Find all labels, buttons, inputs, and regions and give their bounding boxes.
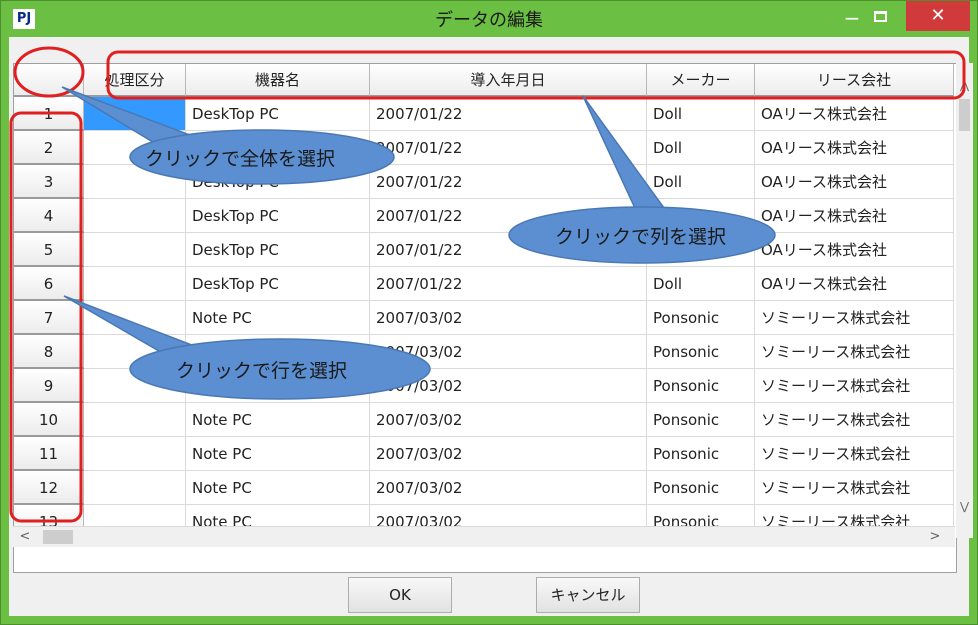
row-header[interactable]: 1 xyxy=(14,97,84,131)
table-cell[interactable]: 2007/03/02 xyxy=(370,403,647,437)
row-header[interactable]: 3 xyxy=(14,165,84,199)
table-cell[interactable]: DeskTop PC xyxy=(186,97,370,131)
table-cell[interactable]: ソミーリース株式会社 xyxy=(755,369,954,403)
table-cell[interactable] xyxy=(84,471,186,505)
window-title: データの編集 xyxy=(435,10,543,31)
table-cell[interactable]: ソミーリース株式会社 xyxy=(755,335,954,369)
table-cell[interactable] xyxy=(84,97,186,131)
scroll-left-icon[interactable]: < xyxy=(17,527,33,547)
table-cell[interactable]: Note PC xyxy=(186,301,370,335)
table-cell[interactable]: DeskTop PC xyxy=(186,233,370,267)
table-cell[interactable]: OAリース株式会社 xyxy=(755,97,954,131)
horizontal-scrollbar[interactable]: < > xyxy=(13,526,955,547)
table-cell[interactable]: Doll xyxy=(647,267,755,301)
maximize-button[interactable] xyxy=(867,7,893,29)
row-header[interactable]: 2 xyxy=(14,131,84,165)
row-header[interactable]: 5 xyxy=(14,233,84,267)
table-cell[interactable] xyxy=(84,437,186,471)
row-header[interactable]: 8 xyxy=(14,335,84,369)
callout-text-select-all: クリックで全体を選択 xyxy=(145,148,336,170)
table-cell[interactable]: DeskTop PC xyxy=(186,199,370,233)
table-cell[interactable] xyxy=(84,369,186,403)
table-cell[interactable]: 2007/03/02 xyxy=(370,471,647,505)
ok-button[interactable]: OK xyxy=(348,577,452,613)
table-cell[interactable] xyxy=(84,335,186,369)
cancel-button[interactable]: キャンセル xyxy=(536,577,640,613)
table-cell[interactable]: ソミーリース株式会社 xyxy=(755,471,954,505)
callout-text-select-row: クリックで行を選択 xyxy=(176,360,348,382)
vertical-scroll-thumb[interactable] xyxy=(959,99,970,131)
table-cell[interactable]: Note PC xyxy=(186,471,370,505)
table-cell[interactable] xyxy=(84,267,186,301)
horizontal-scroll-thumb[interactable] xyxy=(43,530,73,544)
vertical-scrollbar[interactable]: ⋀ ⋁ xyxy=(956,63,973,538)
table-cell[interactable]: DeskTop PC xyxy=(186,267,370,301)
table-cell[interactable]: OAリース株式会社 xyxy=(755,199,954,233)
table-cell[interactable]: 2007/01/22 xyxy=(370,267,647,301)
table-cell[interactable]: 2007/03/02 xyxy=(370,335,647,369)
row-header[interactable]: 9 xyxy=(14,369,84,403)
column-header[interactable]: リース会社 xyxy=(755,64,954,97)
row-header[interactable]: 10 xyxy=(14,403,84,437)
column-header[interactable]: 機器名 xyxy=(186,64,370,97)
column-header[interactable]: メーカー xyxy=(647,64,755,97)
table-cell[interactable] xyxy=(84,199,186,233)
table-cell[interactable]: Ponsonic xyxy=(647,335,755,369)
scroll-right-icon[interactable]: > xyxy=(927,527,943,547)
title-bar[interactable]: PJ データの編集 − ✕ xyxy=(1,1,977,37)
row-header[interactable]: 4 xyxy=(14,199,84,233)
row-header[interactable]: 7 xyxy=(14,301,84,335)
table-cell[interactable]: Ponsonic xyxy=(647,437,755,471)
table-cell[interactable]: Ponsonic xyxy=(647,301,755,335)
scroll-up-icon[interactable]: ⋀ xyxy=(956,77,973,94)
table-cell[interactable] xyxy=(84,403,186,437)
table-cell[interactable]: OAリース株式会社 xyxy=(755,165,954,199)
table-cell[interactable]: ソミーリース株式会社 xyxy=(755,301,954,335)
table-cell[interactable]: OAリース株式会社 xyxy=(755,267,954,301)
row-header[interactable]: 6 xyxy=(14,267,84,301)
table-cell[interactable] xyxy=(84,301,186,335)
table-cell[interactable]: Doll xyxy=(647,131,755,165)
table-cell[interactable]: ソミーリース株式会社 xyxy=(755,437,954,471)
table-cell[interactable]: Ponsonic xyxy=(647,403,755,437)
maximize-icon xyxy=(874,11,887,22)
table-cell[interactable]: Ponsonic xyxy=(647,471,755,505)
table-cell[interactable]: Note PC xyxy=(186,437,370,471)
table-cell[interactable]: ソミーリース株式会社 xyxy=(755,403,954,437)
table-cell[interactable]: Doll xyxy=(647,97,755,131)
dialog-window: PJ データの編集 − ✕ 処理区分 機器名 導入年月日 メーカー リース会社 1 Desk… xyxy=(0,0,978,625)
table-cell[interactable]: 2007/03/02 xyxy=(370,301,647,335)
data-grid[interactable]: 処理区分 機器名 導入年月日 メーカー リース会社 1 DeskTop PC 2007/01/… xyxy=(13,63,957,573)
column-header[interactable]: 導入年月日 xyxy=(370,64,647,97)
table-cell[interactable]: Ponsonic xyxy=(647,369,755,403)
dialog-body: 処理区分 機器名 導入年月日 メーカー リース会社 1 DeskTop PC 2007/01/… xyxy=(9,37,973,616)
table-cell[interactable]: Note PC xyxy=(186,403,370,437)
row-header[interactable]: 12 xyxy=(14,471,84,505)
select-all-corner[interactable] xyxy=(14,64,84,97)
minimize-button[interactable]: − xyxy=(839,8,865,31)
table-cell[interactable]: 2007/01/22 xyxy=(370,131,647,165)
close-button[interactable]: ✕ xyxy=(906,1,970,31)
scroll-down-icon[interactable]: ⋁ xyxy=(956,498,973,515)
callout-text-select-column: クリックで列を選択 xyxy=(555,226,727,248)
table-cell[interactable]: OAリース株式会社 xyxy=(755,131,954,165)
table-cell[interactable]: 2007/03/02 xyxy=(370,369,647,403)
row-header[interactable]: 11 xyxy=(14,437,84,471)
table-cell[interactable]: 2007/01/22 xyxy=(370,97,647,131)
column-header[interactable]: 処理区分 xyxy=(84,64,186,97)
table-cell[interactable]: OAリース株式会社 xyxy=(755,233,954,267)
table-cell[interactable]: 2007/03/02 xyxy=(370,437,647,471)
table-cell[interactable]: 2007/01/22 xyxy=(370,165,647,199)
table-cell[interactable] xyxy=(84,233,186,267)
table-cell[interactable]: Doll xyxy=(647,165,755,199)
